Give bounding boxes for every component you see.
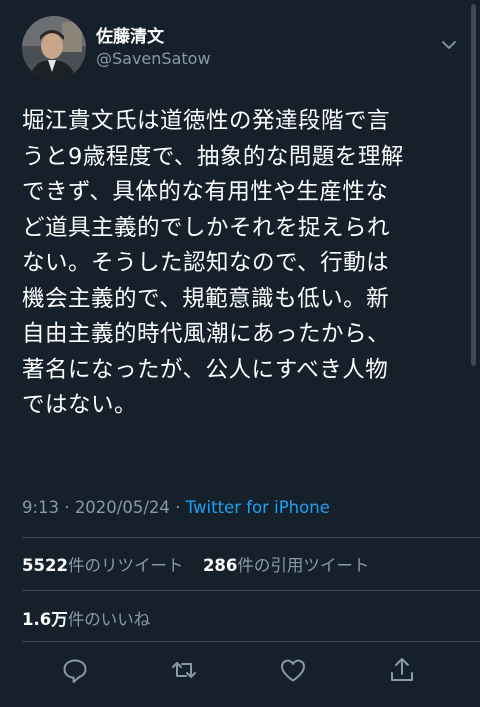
tweet-actions	[50, 654, 430, 686]
tweet-line: できず、具体的な有用性や生産性な	[22, 179, 389, 205]
tweet-line: うと9歳程度で、抽象的な問題を理解	[22, 143, 404, 170]
tweet-header: 佐藤清文 @SavenSatow	[22, 16, 458, 82]
quotes-link[interactable]: 286件の引用ツイート	[203, 556, 369, 575]
tweet-line: 著名になったが、公人にすべき人物	[22, 356, 389, 383]
quote-count: 286	[202, 556, 238, 575]
like-label: 件のいいね	[67, 610, 151, 629]
meta-separator: ·	[59, 498, 75, 517]
retweet-count: 5522	[22, 556, 68, 575]
tweet-source-link[interactable]: Twitter for iPhone	[186, 498, 330, 517]
tweet-line: 機会主義的で、規範意識も低い。新	[22, 285, 390, 312]
tweet-time[interactable]: 9:13	[22, 498, 59, 517]
retweet-label: 件のリツイート	[67, 556, 184, 575]
retweets-link[interactable]: 5522件のリツイート	[22, 556, 183, 575]
divider	[22, 590, 480, 591]
like-stats[interactable]: 1.6万件のいいね	[22, 606, 150, 630]
tweet-date[interactable]: 2020/05/24	[75, 498, 170, 517]
divider	[22, 537, 480, 538]
user-handle[interactable]: @SavenSatow	[96, 48, 211, 70]
tweet-line: ど道具主義的でしかそれを捉えられ	[22, 214, 391, 241]
retweet-stats: 5522件のリツイート 286件の引用ツイート	[22, 552, 369, 576]
tweet-line: ない。そうした認知なので、行動は	[22, 250, 390, 276]
divider	[22, 641, 480, 642]
user-names: 佐藤清文 @SavenSatow	[96, 26, 211, 70]
scrollbar[interactable]	[471, 4, 476, 366]
tweet-line: ではない。	[22, 392, 138, 418]
tweet-line: 堀江貴文氏は道徳性の発達段階で言	[22, 108, 391, 134]
reply-icon[interactable]	[59, 654, 91, 686]
retweet-icon[interactable]	[168, 654, 200, 686]
meta-separator: ·	[169, 498, 186, 517]
like-count: 1.6万	[22, 610, 68, 629]
display-name[interactable]: 佐藤清文	[96, 26, 211, 48]
share-icon[interactable]	[386, 654, 418, 686]
tweet-meta: 9:13 · 2020/05/24 · Twitter for iPhone	[22, 498, 330, 517]
chevron-down-icon[interactable]	[440, 36, 458, 54]
quote-label: 件の引用ツイート	[237, 556, 370, 575]
tweet-line: 自由主義的時代風潮にあったから、	[22, 321, 391, 347]
avatar[interactable]	[22, 16, 86, 80]
like-icon[interactable]	[277, 654, 309, 686]
tweet-text: 堀江貴文氏は道徳性の発達段階で言 うと9歳程度で、抽象的な問題を理解 できず、具…	[22, 104, 462, 424]
